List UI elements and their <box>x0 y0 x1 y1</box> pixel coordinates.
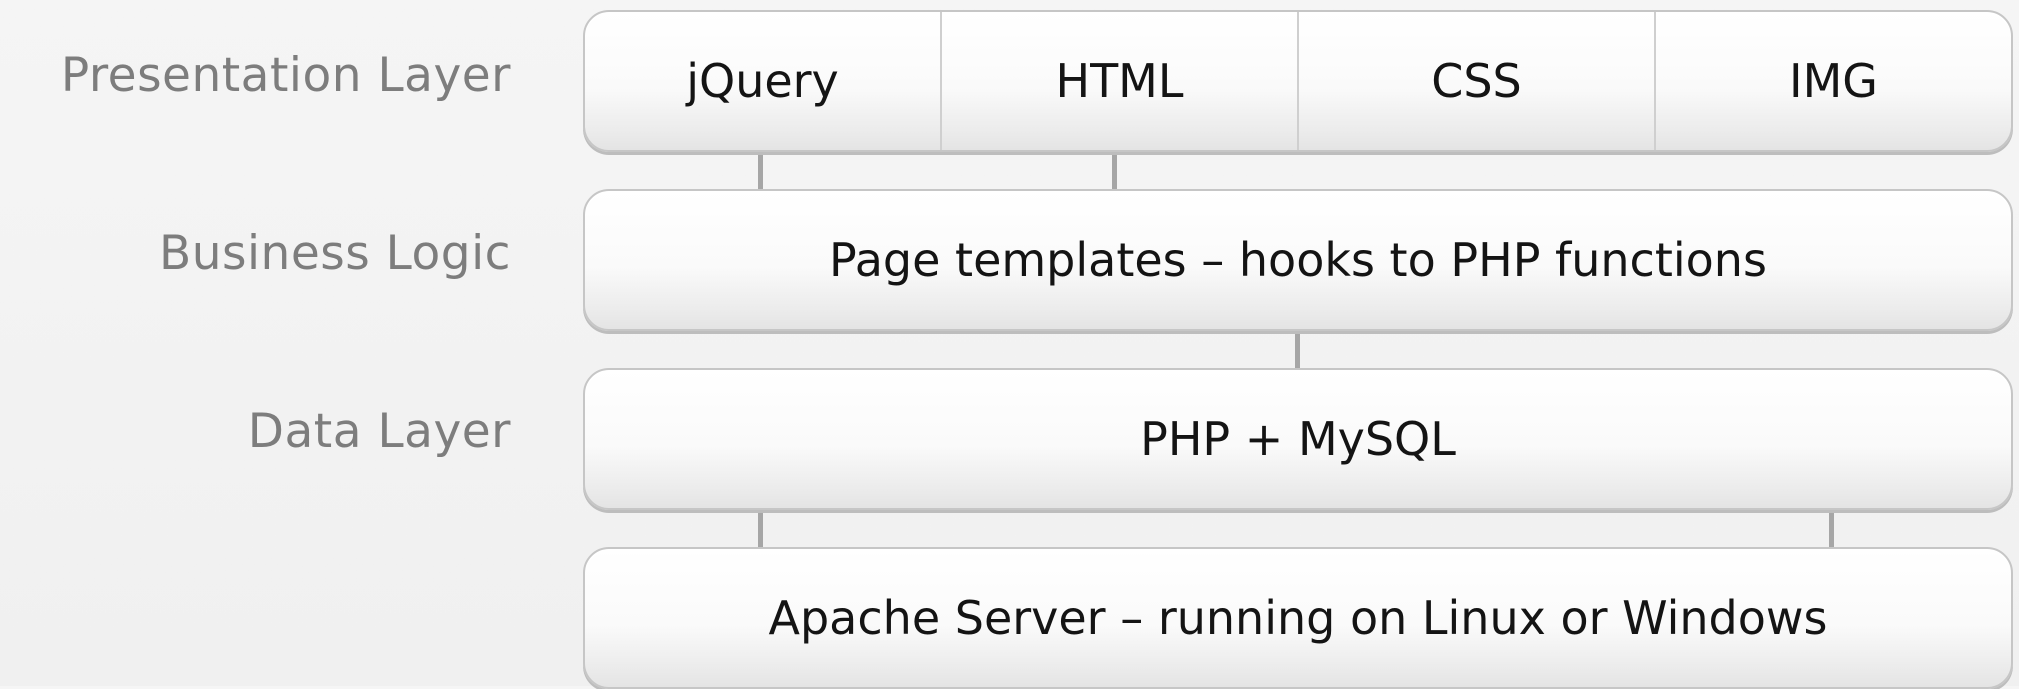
presentation-item-html: HTML <box>942 12 1299 150</box>
server-box: Apache Server – running on Linux or Wind… <box>583 547 2013 689</box>
server-text: Apache Server – running on Linux or Wind… <box>768 591 1828 645</box>
connector-jquery-business <box>758 155 763 189</box>
presentation-item-jquery: jQuery <box>585 12 942 150</box>
business-logic-text: Page templates – hooks to PHP functions <box>829 233 1767 287</box>
presentation-layer-box: jQuery HTML CSS IMG <box>583 10 2013 152</box>
business-logic-label: Business Logic <box>158 226 511 281</box>
presentation-layer-label: Presentation Layer <box>60 48 511 103</box>
data-layer-text: PHP + MySQL <box>1140 412 1456 466</box>
connector-business-data <box>1295 334 1300 368</box>
data-layer-label: Data Layer <box>247 404 511 459</box>
data-layer-box: PHP + MySQL <box>583 368 2013 510</box>
connector-data-server-right <box>1829 513 1834 547</box>
business-logic-box: Page templates – hooks to PHP functions <box>583 189 2013 331</box>
connector-html-business <box>1112 155 1117 189</box>
connector-data-server-left <box>758 513 763 547</box>
presentation-item-img: IMG <box>1789 54 1878 108</box>
presentation-item-css: CSS <box>1299 12 1656 150</box>
architecture-diagram: Presentation Layer Business Logic Data L… <box>0 0 2019 689</box>
